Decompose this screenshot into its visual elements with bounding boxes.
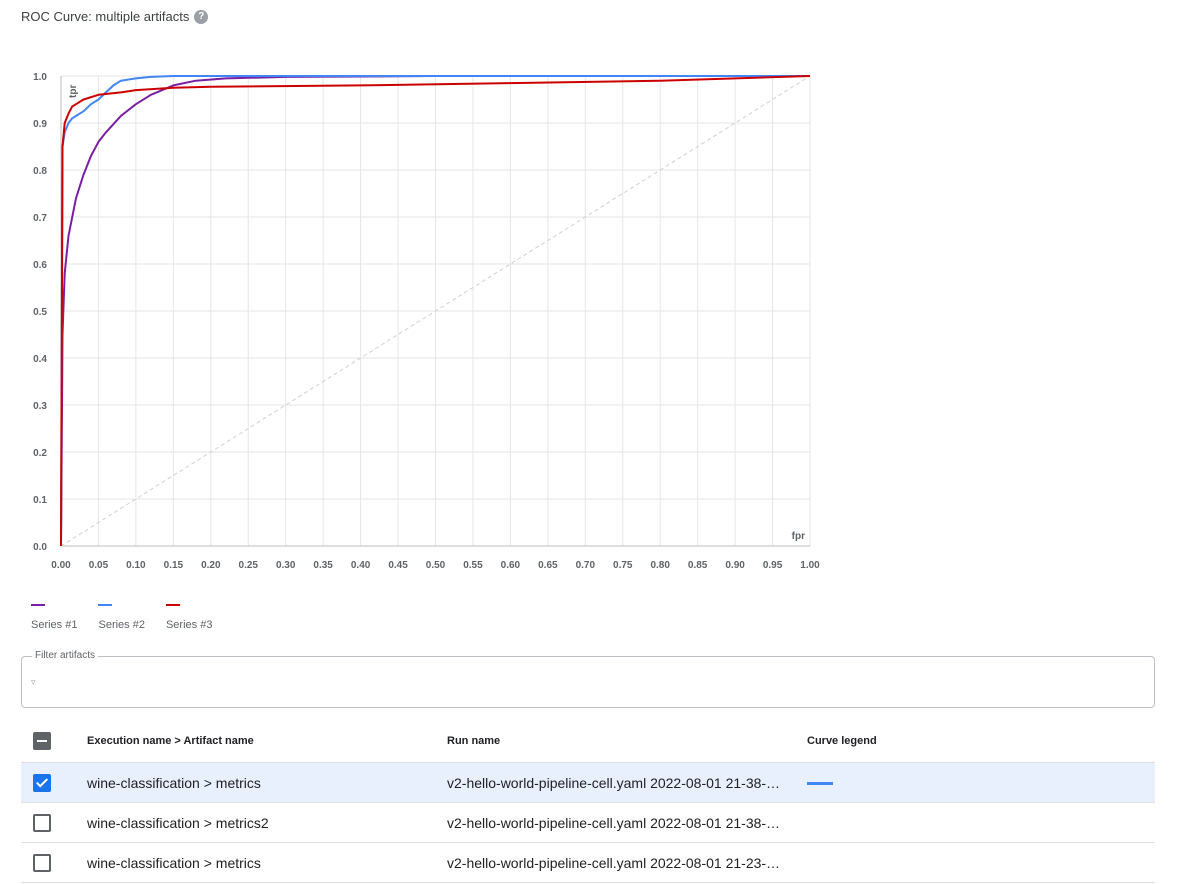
- y-tick-label: 0.5: [33, 307, 47, 318]
- x-tick-label: 0.65: [538, 560, 558, 571]
- filter-artifacts-box[interactable]: Filter artifacts ▿: [21, 650, 1155, 708]
- select-all-cell: [21, 720, 87, 763]
- x-tick-label: 0.90: [725, 560, 745, 571]
- x-tick-label: 0.85: [688, 560, 708, 571]
- artifacts-table: Execution name > Artifact name Run name …: [21, 720, 1155, 883]
- y-tick-label: 0.2: [33, 448, 47, 459]
- x-tick-label: 0.60: [501, 560, 521, 571]
- header-run[interactable]: Run name: [447, 720, 807, 763]
- filter-label: Filter artifacts: [32, 650, 99, 661]
- row-checkbox[interactable]: [33, 773, 51, 792]
- header-artifact[interactable]: Execution name > Artifact name: [87, 720, 447, 763]
- y-tick-label: 1.0: [33, 72, 47, 83]
- run-name-text: v2-hello-world-pipeline-cell.yaml 2022-0…: [447, 814, 781, 831]
- run-name-text: v2-hello-world-pipeline-cell.yaml 2022-0…: [447, 854, 781, 871]
- help-circle-icon[interactable]: ?: [194, 9, 209, 24]
- roc-chart: 0.00 0.05 0.10 0.15 0.20 0.25 0.30 0.35 0.40 0.45…: [33, 72, 820, 571]
- legend-label: Series #1: [31, 619, 78, 631]
- x-axis-label: fpr: [792, 531, 805, 542]
- y-tick-label: 0.6: [33, 260, 47, 271]
- x-tick-label: 0.95: [763, 560, 783, 571]
- table-row[interactable]: wine-classification > metrics v2-hello-wo…: [21, 842, 1155, 883]
- y-tick-label: 0.4: [33, 354, 47, 365]
- y-tick-label: 0.1: [33, 495, 47, 506]
- x-tick-label: 0.25: [239, 560, 259, 571]
- run-name-text: v2-hello-world-pipeline-cell.yaml 2022-0…: [447, 774, 781, 791]
- artifact-name-cell: wine-classification > metrics2: [87, 802, 447, 843]
- table-body: wine-classification > metrics v2-hello-wo…: [21, 762, 1155, 883]
- x-tick-label: 0.75: [613, 560, 633, 571]
- x-tick-label: 0.05: [89, 560, 109, 571]
- x-tick-label: 0.15: [164, 560, 184, 571]
- run-name-cell: v2-hello-world-pipeline-cell.yaml 2022-0…: [447, 802, 807, 843]
- y-tick-label: 0.0: [33, 542, 47, 553]
- y-tick-label: 0.8: [33, 166, 47, 177]
- legend-swatch: [165, 604, 180, 606]
- run-name-cell: v2-hello-world-pipeline-cell.yaml 2022-0…: [447, 762, 807, 803]
- x-tick-label: 0.20: [201, 560, 221, 571]
- chart-axes: 0.00 0.05 0.10 0.15 0.20 0.25 0.30 0.35 0.40 0.45…: [33, 72, 820, 571]
- x-tick-label: 0.70: [576, 560, 596, 571]
- x-tick-label: 0.45: [388, 560, 408, 571]
- filter-input[interactable]: [44, 669, 1138, 695]
- x-tick-label: 0.10: [126, 560, 146, 571]
- y-axis-label: tpr: [68, 85, 79, 98]
- x-tick-label: 0.50: [426, 560, 446, 571]
- row-select-cell: [21, 802, 87, 843]
- chart-legend: Series #1 Series #2 Series #3: [31, 598, 212, 631]
- x-tick-label: 0.55: [463, 560, 483, 571]
- legend-item-series-1: Series #1: [31, 598, 77, 631]
- legend-label: Series #3: [165, 619, 213, 631]
- table-row[interactable]: wine-classification > metrics2 v2-hello-w…: [21, 802, 1155, 843]
- curve-legend-cell: [807, 842, 1155, 883]
- select-all-checkbox[interactable]: [33, 732, 51, 750]
- row-select-cell: [21, 842, 87, 883]
- curve-legend-swatch: [807, 782, 833, 786]
- filter-icon: ▿: [31, 677, 36, 687]
- table-row[interactable]: wine-classification > metrics v2-hello-wo…: [21, 762, 1155, 803]
- x-tick-label: 0.35: [313, 560, 333, 571]
- artifact-name-cell: wine-classification > metrics: [87, 842, 447, 883]
- row-checkbox[interactable]: [33, 813, 51, 832]
- row-checkbox[interactable]: [33, 853, 51, 872]
- curve-legend-cell: [807, 802, 1155, 843]
- x-tick-label: 0.30: [276, 560, 296, 571]
- run-name-cell: v2-hello-world-pipeline-cell.yaml 2022-0…: [447, 842, 807, 883]
- y-tick-label: 0.3: [33, 401, 47, 412]
- legend-swatch: [31, 604, 45, 606]
- x-tick-label: 0.80: [650, 560, 670, 571]
- y-tick-label: 0.7: [33, 213, 47, 224]
- x-tick-label: 0.40: [351, 560, 371, 571]
- legend-item-series-2: Series #2: [98, 598, 145, 631]
- x-tick-label: 1.00: [800, 560, 820, 571]
- x-tick-label: 0.00: [51, 560, 71, 571]
- row-select-cell: [21, 762, 87, 803]
- artifact-name-cell: wine-classification > metrics: [87, 762, 447, 803]
- legend-swatch: [98, 604, 113, 606]
- chart-title-row: ROC Curve: multiple artifacts ?: [21, 9, 209, 24]
- table-header-row: Execution name > Artifact name Run name …: [21, 720, 1155, 763]
- legend-item-series-3: Series #3: [165, 598, 213, 631]
- curve-legend-cell: [807, 762, 1155, 803]
- legend-label: Series #2: [98, 619, 145, 631]
- header-legend: Curve legend: [807, 720, 1155, 763]
- y-tick-label: 0.9: [33, 119, 47, 130]
- chart-title: ROC Curve: multiple artifacts: [21, 9, 190, 24]
